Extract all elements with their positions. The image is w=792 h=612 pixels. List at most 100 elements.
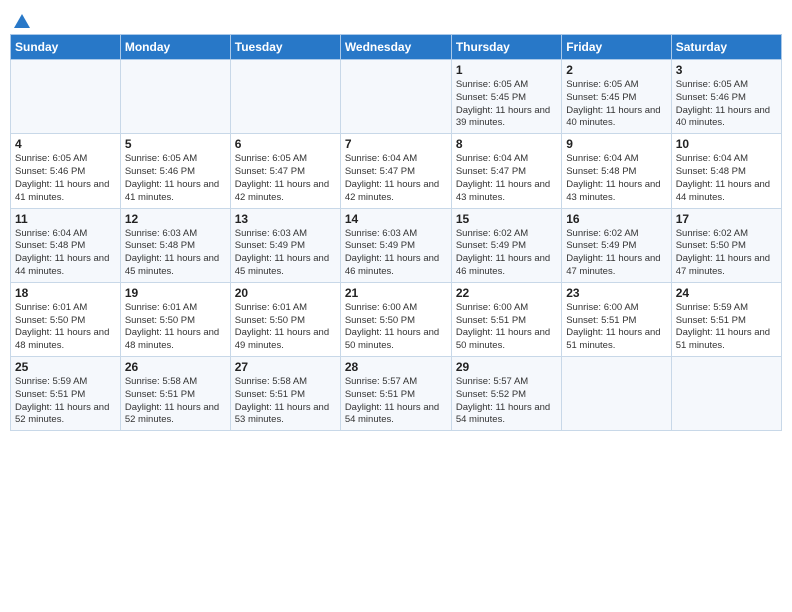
day-number: 17 bbox=[676, 212, 777, 226]
calendar-cell: 8 Sunrise: 6:04 AM Sunset: 5:47 PM Daylig… bbox=[451, 134, 561, 208]
day-number: 26 bbox=[125, 360, 226, 374]
day-number: 6 bbox=[235, 137, 336, 151]
day-info: Sunrise: 6:01 AM Sunset: 5:50 PM Dayligh… bbox=[15, 302, 116, 353]
calendar-cell: 6 Sunrise: 6:05 AM Sunset: 5:47 PM Daylig… bbox=[230, 134, 340, 208]
day-number: 28 bbox=[345, 360, 447, 374]
day-number: 13 bbox=[235, 212, 336, 226]
day-info: Sunrise: 6:04 AM Sunset: 5:48 PM Dayligh… bbox=[566, 153, 666, 204]
calendar-cell: 16 Sunrise: 6:02 AM Sunset: 5:49 PM Dayli… bbox=[562, 208, 671, 282]
day-number: 21 bbox=[345, 286, 447, 300]
calendar-cell: 4 Sunrise: 6:05 AM Sunset: 5:46 PM Daylig… bbox=[11, 134, 121, 208]
col-header-friday: Friday bbox=[562, 35, 671, 60]
calendar-cell: 12 Sunrise: 6:03 AM Sunset: 5:48 PM Dayli… bbox=[120, 208, 230, 282]
day-number: 1 bbox=[456, 63, 557, 77]
day-info: Sunrise: 6:03 AM Sunset: 5:49 PM Dayligh… bbox=[235, 228, 336, 279]
day-info: Sunrise: 6:05 AM Sunset: 5:46 PM Dayligh… bbox=[125, 153, 226, 204]
calendar-cell: 26Sunrise: 5:58 AM Sunset: 5:51 PM Dayli… bbox=[120, 357, 230, 431]
calendar-cell: 29Sunrise: 5:57 AM Sunset: 5:52 PM Dayli… bbox=[451, 357, 561, 431]
calendar-cell: 14 Sunrise: 6:03 AM Sunset: 5:49 PM Dayli… bbox=[340, 208, 451, 282]
day-number: 10 bbox=[676, 137, 777, 151]
day-info: Sunrise: 6:04 AM Sunset: 5:48 PM Dayligh… bbox=[15, 228, 116, 279]
day-info: Sunrise: 6:04 AM Sunset: 5:48 PM Dayligh… bbox=[676, 153, 777, 204]
page-header bbox=[10, 10, 782, 28]
day-number: 20 bbox=[235, 286, 336, 300]
day-number: 5 bbox=[125, 137, 226, 151]
day-info: Sunrise: 6:00 AM Sunset: 5:51 PM Dayligh… bbox=[566, 302, 666, 353]
day-number: 12 bbox=[125, 212, 226, 226]
day-number: 15 bbox=[456, 212, 557, 226]
calendar-cell: 18 Sunrise: 6:01 AM Sunset: 5:50 PM Dayli… bbox=[11, 282, 121, 356]
logo bbox=[10, 10, 32, 28]
calendar-cell bbox=[120, 60, 230, 134]
calendar-cell: 3Sunrise: 6:05 AM Sunset: 5:46 PM Daylig… bbox=[671, 60, 781, 134]
day-number: 24 bbox=[676, 286, 777, 300]
calendar-cell: 15 Sunrise: 6:02 AM Sunset: 5:49 PM Dayli… bbox=[451, 208, 561, 282]
calendar-cell: 20Sunrise: 6:01 AM Sunset: 5:50 PM Dayli… bbox=[230, 282, 340, 356]
day-number: 11 bbox=[15, 212, 116, 226]
week-row-5: 25 Sunrise: 5:59 AM Sunset: 5:51 PM Dayli… bbox=[11, 357, 782, 431]
day-number: 18 bbox=[15, 286, 116, 300]
calendar-header-row: SundayMondayTuesdayWednesdayThursdayFrid… bbox=[11, 35, 782, 60]
calendar-cell: 22 Sunrise: 6:00 AM Sunset: 5:51 PM Dayli… bbox=[451, 282, 561, 356]
logo-triangle-icon bbox=[12, 12, 32, 32]
day-number: 29 bbox=[456, 360, 557, 374]
calendar-cell bbox=[11, 60, 121, 134]
day-info: Sunrise: 6:05 AM Sunset: 5:45 PM Dayligh… bbox=[456, 79, 557, 130]
day-number: 22 bbox=[456, 286, 557, 300]
calendar-cell: 10 Sunrise: 6:04 AM Sunset: 5:48 PM Dayli… bbox=[671, 134, 781, 208]
day-info: Sunrise: 6:00 AM Sunset: 5:51 PM Dayligh… bbox=[456, 302, 557, 353]
day-number: 16 bbox=[566, 212, 666, 226]
calendar-cell: 2 Sunrise: 6:05 AM Sunset: 5:45 PM Daylig… bbox=[562, 60, 671, 134]
day-info: Sunrise: 5:57 AM Sunset: 5:51 PM Dayligh… bbox=[345, 376, 447, 427]
day-number: 25 bbox=[15, 360, 116, 374]
day-info: Sunrise: 6:04 AM Sunset: 5:47 PM Dayligh… bbox=[345, 153, 447, 204]
calendar-cell: 27 Sunrise: 5:58 AM Sunset: 5:51 PM Dayli… bbox=[230, 357, 340, 431]
calendar-cell: 17 Sunrise: 6:02 AM Sunset: 5:50 PM Dayli… bbox=[671, 208, 781, 282]
day-number: 7 bbox=[345, 137, 447, 151]
calendar-cell: 25 Sunrise: 5:59 AM Sunset: 5:51 PM Dayli… bbox=[11, 357, 121, 431]
calendar-cell: 9 Sunrise: 6:04 AM Sunset: 5:48 PM Daylig… bbox=[562, 134, 671, 208]
day-info: Sunrise: 6:04 AM Sunset: 5:47 PM Dayligh… bbox=[456, 153, 557, 204]
day-info: Sunrise: 6:03 AM Sunset: 5:49 PM Dayligh… bbox=[345, 228, 447, 279]
week-row-1: 1 Sunrise: 6:05 AM Sunset: 5:45 PM Daylig… bbox=[11, 60, 782, 134]
week-row-2: 4 Sunrise: 6:05 AM Sunset: 5:46 PM Daylig… bbox=[11, 134, 782, 208]
col-header-saturday: Saturday bbox=[671, 35, 781, 60]
col-header-tuesday: Tuesday bbox=[230, 35, 340, 60]
calendar-cell bbox=[671, 357, 781, 431]
calendar-cell: 11 Sunrise: 6:04 AM Sunset: 5:48 PM Dayli… bbox=[11, 208, 121, 282]
day-info: Sunrise: 6:03 AM Sunset: 5:48 PM Dayligh… bbox=[125, 228, 226, 279]
calendar-cell: 19 Sunrise: 6:01 AM Sunset: 5:50 PM Dayli… bbox=[120, 282, 230, 356]
day-info: Sunrise: 6:05 AM Sunset: 5:45 PM Dayligh… bbox=[566, 79, 666, 130]
calendar-cell: 7 Sunrise: 6:04 AM Sunset: 5:47 PM Daylig… bbox=[340, 134, 451, 208]
col-header-sunday: Sunday bbox=[11, 35, 121, 60]
col-header-thursday: Thursday bbox=[451, 35, 561, 60]
calendar-cell bbox=[230, 60, 340, 134]
week-row-4: 18 Sunrise: 6:01 AM Sunset: 5:50 PM Dayli… bbox=[11, 282, 782, 356]
day-info: Sunrise: 6:05 AM Sunset: 5:46 PM Dayligh… bbox=[15, 153, 116, 204]
day-number: 9 bbox=[566, 137, 666, 151]
day-info: Sunrise: 5:59 AM Sunset: 5:51 PM Dayligh… bbox=[15, 376, 116, 427]
day-info: Sunrise: 6:05 AM Sunset: 5:46 PM Dayligh… bbox=[676, 79, 777, 130]
calendar-cell: 23 Sunrise: 6:00 AM Sunset: 5:51 PM Dayli… bbox=[562, 282, 671, 356]
day-info: Sunrise: 6:01 AM Sunset: 5:50 PM Dayligh… bbox=[125, 302, 226, 353]
day-info: Sunrise: 5:58 AM Sunset: 5:51 PM Dayligh… bbox=[235, 376, 336, 427]
calendar-cell: 21 Sunrise: 6:00 AM Sunset: 5:50 PM Dayli… bbox=[340, 282, 451, 356]
calendar-cell: 24Sunrise: 5:59 AM Sunset: 5:51 PM Dayli… bbox=[671, 282, 781, 356]
day-number: 27 bbox=[235, 360, 336, 374]
day-info: Sunrise: 6:02 AM Sunset: 5:49 PM Dayligh… bbox=[566, 228, 666, 279]
week-row-3: 11 Sunrise: 6:04 AM Sunset: 5:48 PM Dayli… bbox=[11, 208, 782, 282]
day-info: Sunrise: 6:05 AM Sunset: 5:47 PM Dayligh… bbox=[235, 153, 336, 204]
day-number: 8 bbox=[456, 137, 557, 151]
day-number: 23 bbox=[566, 286, 666, 300]
day-number: 4 bbox=[15, 137, 116, 151]
calendar-cell bbox=[562, 357, 671, 431]
day-number: 14 bbox=[345, 212, 447, 226]
day-info: Sunrise: 6:02 AM Sunset: 5:50 PM Dayligh… bbox=[676, 228, 777, 279]
day-info: Sunrise: 6:02 AM Sunset: 5:49 PM Dayligh… bbox=[456, 228, 557, 279]
day-number: 19 bbox=[125, 286, 226, 300]
calendar-cell: 1 Sunrise: 6:05 AM Sunset: 5:45 PM Daylig… bbox=[451, 60, 561, 134]
calendar-cell: 28 Sunrise: 5:57 AM Sunset: 5:51 PM Dayli… bbox=[340, 357, 451, 431]
day-number: 2 bbox=[566, 63, 666, 77]
day-info: Sunrise: 6:00 AM Sunset: 5:50 PM Dayligh… bbox=[345, 302, 447, 353]
calendar-table: SundayMondayTuesdayWednesdayThursdayFrid… bbox=[10, 34, 782, 431]
